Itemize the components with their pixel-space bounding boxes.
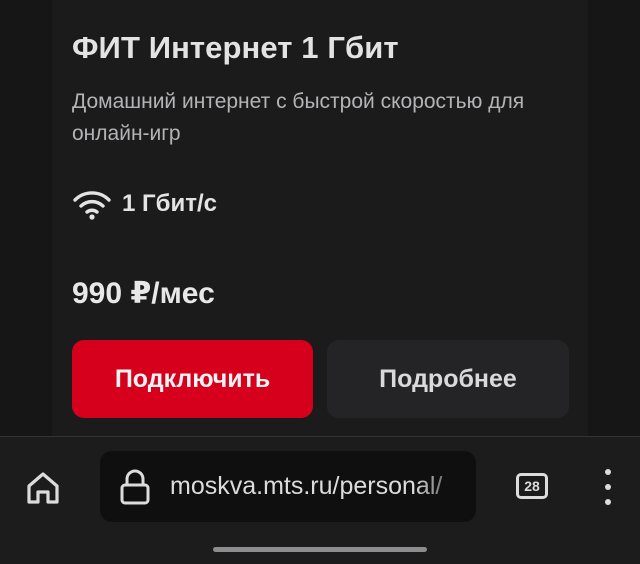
tariff-title: ФИТ Интернет 1 Гбит [72, 30, 399, 65]
tariff-description: Домашний интернет с быстрой скоростью дл… [72, 90, 525, 145]
tab-count: 28 [524, 478, 540, 494]
home-button[interactable] [22, 467, 64, 509]
details-button[interactable]: Подробнее [327, 340, 569, 418]
address-bar[interactable]: moskva.mts.ru/personal/ [100, 451, 476, 522]
browser-toolbar: moskva.mts.ru/personal/ 28 [0, 436, 640, 564]
gesture-bar[interactable] [213, 547, 427, 552]
menu-icon-dot [605, 484, 611, 490]
menu-icon-dot [605, 499, 611, 505]
tariff-price: 990 ₽/мес [72, 277, 215, 310]
lock-icon [120, 469, 150, 505]
wifi-icon [73, 191, 111, 220]
home-icon [27, 472, 59, 504]
connect-button[interactable]: Подключить [72, 340, 313, 418]
tabs-button[interactable]: 28 [516, 473, 548, 499]
menu-icon [605, 469, 611, 475]
url-text: moskva.mts.ru/personal/ [170, 472, 443, 500]
speed-value: 1 Гбит/с [122, 190, 217, 217]
page: ФИТ Интернет 1 Гбит Домашний интернет с … [0, 0, 640, 564]
menu-button[interactable] [598, 469, 618, 505]
speed-row: 1 Гбит/с [72, 184, 217, 224]
